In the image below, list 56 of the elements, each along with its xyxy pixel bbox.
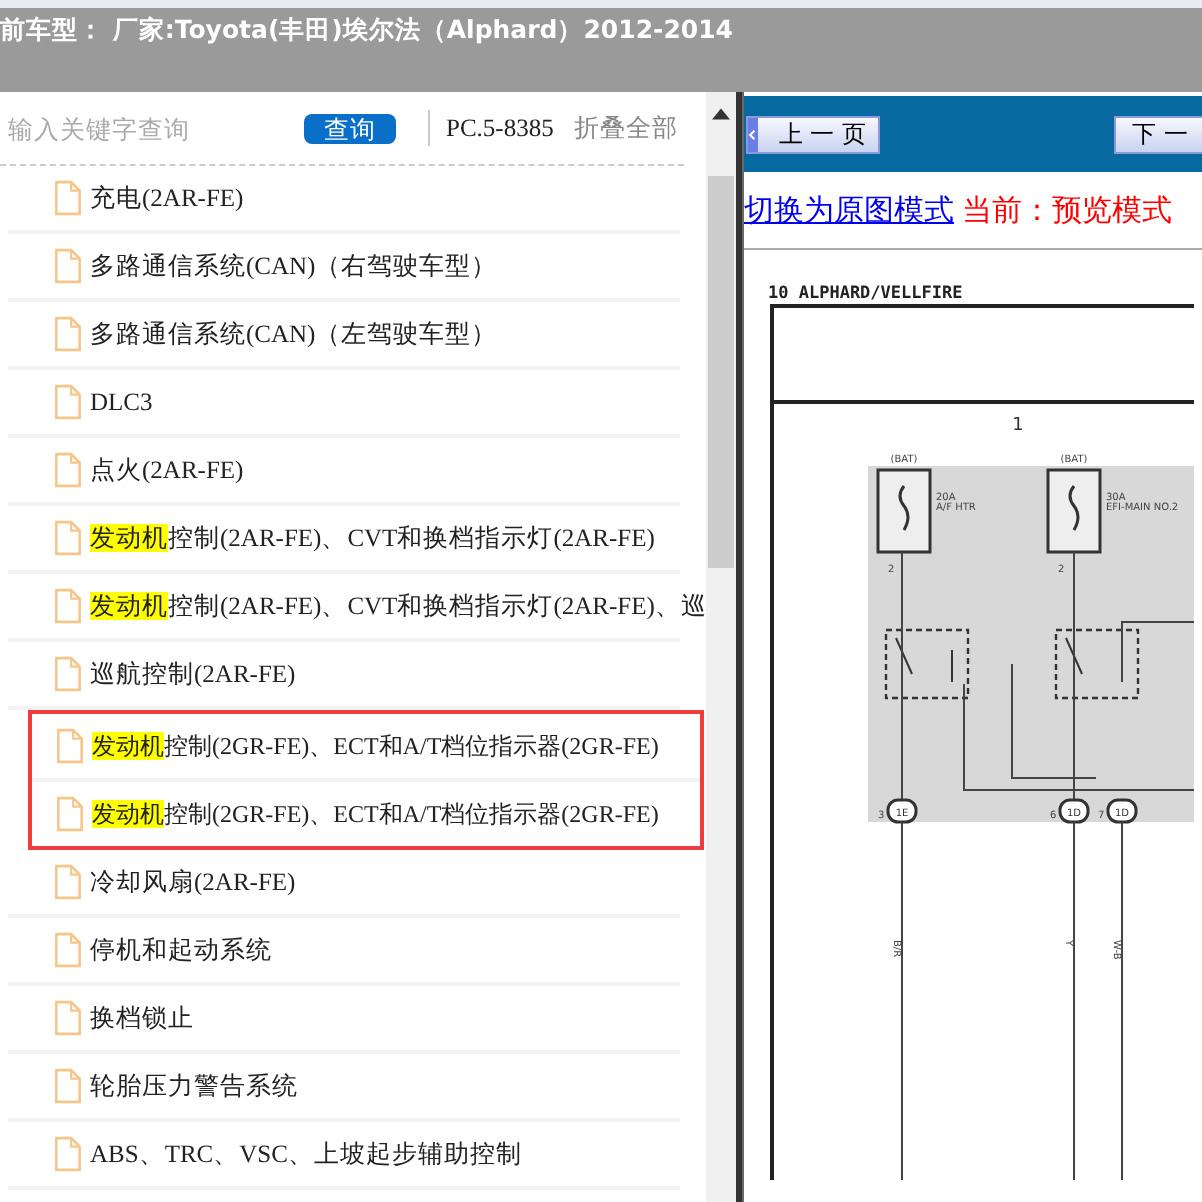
search-button[interactable]: 查询 (304, 113, 396, 143)
scroll-thumb[interactable] (708, 176, 734, 568)
vehicle-title: 前车型： 厂家:Toyota(丰田)埃尔法（Alphard）2012-2014 (0, 12, 735, 48)
document-icon (54, 1136, 82, 1172)
list-item[interactable]: 多路通信系统(CAN)（右驾驶车型） (8, 234, 680, 302)
document-icon (54, 452, 82, 488)
list-item[interactable]: 充电(2AR-FE) (8, 166, 680, 234)
item-label: 发动机控制(2GR-FE)、ECT和A/T档位指示器(2GR-FE) (92, 797, 659, 831)
item-label: 冷却风扇(2AR-FE) (90, 865, 296, 899)
item-label: 点火(2AR-FE) (90, 453, 244, 487)
document-icon (54, 384, 82, 420)
document-icon (54, 248, 82, 284)
document-icon (56, 796, 84, 832)
item-label: 巡航控制(2AR-FE) (90, 657, 296, 691)
item-label: ABS、TRC、VSC、上坡起步辅助控制 (90, 1137, 522, 1171)
list-item[interactable]: ABS、TRC、VSC、上坡起步辅助控制 (8, 1122, 680, 1190)
item-label: 多路通信系统(CAN)（左驾驶车型） (90, 317, 498, 351)
document-icon (54, 316, 82, 352)
arrow-left-icon (748, 117, 759, 151)
item-label: 多路通信系统(CAN)（右驾驶车型） (90, 249, 498, 283)
next-page-button[interactable]: 下 一 (1114, 115, 1202, 153)
scrollbar[interactable] (706, 92, 736, 1202)
list-item[interactable]: 点火(2AR-FE) (8, 438, 680, 506)
item-label: DLC3 (90, 387, 153, 417)
item-label: 发动机控制(2AR-FE)、CVT和换档指示灯(2AR-FE)、巡 (90, 589, 707, 623)
scroll-up-icon[interactable] (712, 108, 730, 120)
document-icon (56, 728, 84, 764)
item-label: 换档锁止 (90, 1001, 194, 1035)
list-item[interactable]: 发动机控制(2GR-FE)、ECT和A/T档位指示器(2GR-FE) (32, 782, 700, 846)
list-item[interactable]: 停机和起动系统 (8, 918, 680, 986)
document-icon (54, 180, 82, 216)
item-label: 发动机控制(2AR-FE)、CVT和换档指示灯(2AR-FE) (90, 521, 655, 555)
list-item[interactable]: 巡航控制(2AR-FE) (8, 642, 680, 710)
list-item[interactable]: 轮胎压力警告系统 (8, 1054, 680, 1122)
list-item[interactable]: 冷却风扇(2AR-FE) (8, 850, 680, 918)
collapse-all-link[interactable]: 折叠全部 (573, 111, 678, 145)
document-icon (54, 588, 82, 624)
item-label: 停机和起动系统 (90, 933, 272, 967)
mode-status: 当前：预览模式 (962, 191, 1172, 229)
document-icon (54, 864, 82, 900)
document-icon (54, 1000, 82, 1036)
document-icon (54, 520, 82, 556)
list-item[interactable]: 发动机控制(2AR-FE)、CVT和换档指示灯(2AR-FE) (8, 506, 680, 574)
item-label: 轮胎压力警告系统 (90, 1069, 298, 1103)
previous-page-button[interactable]: 上 一 页 (746, 115, 880, 153)
document-icon (54, 932, 82, 968)
code-label: PC.5-8385 (446, 113, 554, 143)
document-icon (54, 1068, 82, 1104)
list-item[interactable]: 发动机控制(2GR-FE)、ECT和A/T档位指示器(2GR-FE) (32, 714, 700, 782)
switch-mode-link[interactable]: 切换为原图模式 (744, 191, 954, 229)
item-label: 充电(2AR-FE) (90, 181, 244, 215)
list-item[interactable]: 多路通信系统(CAN)（左驾驶车型） (8, 302, 680, 370)
list-item[interactable]: 换档锁止 (8, 986, 680, 1054)
item-label: 发动机控制(2GR-FE)、ECT和A/T档位指示器(2GR-FE) (92, 729, 659, 763)
document-icon (54, 656, 82, 692)
list-item[interactable]: DLC3 (8, 370, 680, 438)
